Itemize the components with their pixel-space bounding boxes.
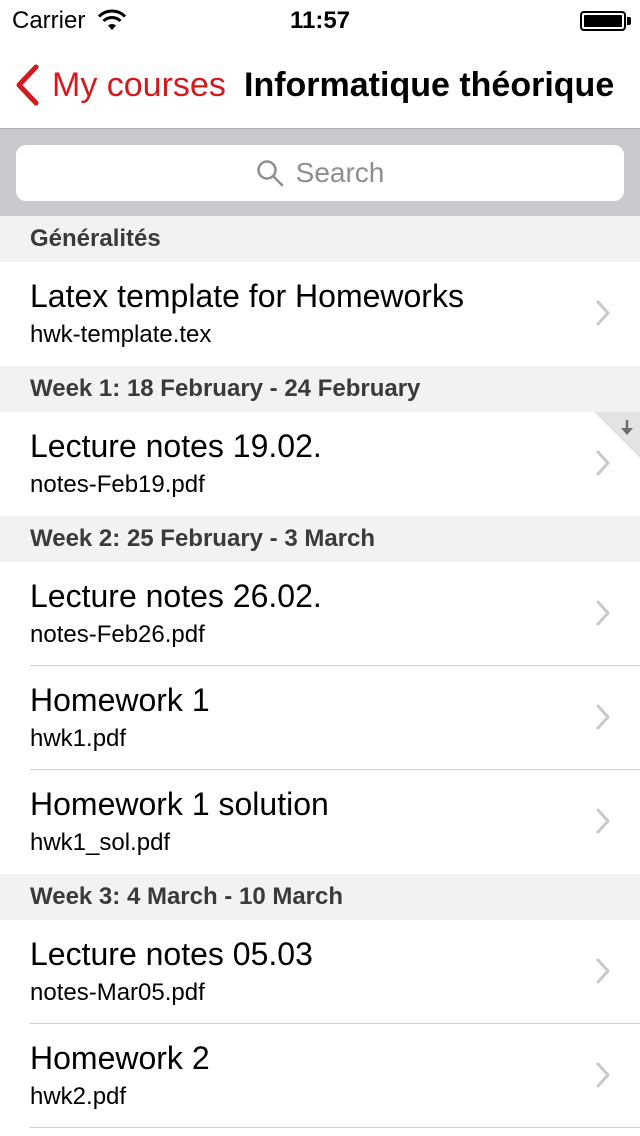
file-name: notes-Mar05.pdf <box>30 979 205 1006</box>
chevron-right-icon <box>596 600 610 626</box>
list-item[interactable]: Lecture notes 05.03 notes-Mar05.pdf <box>0 920 640 1024</box>
chevron-right-icon <box>596 808 610 834</box>
list-item[interactable]: Homework 1 solution hwk1_sol.pdf <box>0 770 640 874</box>
search-bar: Search <box>0 128 640 216</box>
file-title: Homework 2 <box>30 1040 210 1076</box>
chevron-left-icon <box>16 64 39 106</box>
file-title: Lecture notes 05.03 <box>30 936 313 972</box>
file-title: Homework 1 <box>30 682 210 718</box>
file-name: hwk1.pdf <box>30 725 127 752</box>
search-placeholder: Search <box>295 157 385 188</box>
list-item[interactable]: Lecture notes 19.02. notes-Feb19.pdf <box>0 412 640 516</box>
file-title: Lecture notes 26.02. <box>30 578 322 614</box>
file-name: notes-Feb19.pdf <box>30 471 205 498</box>
file-name: hwk1_sol.pdf <box>30 829 171 856</box>
chevron-right-icon <box>596 704 610 730</box>
chevron-right-icon <box>596 300 610 326</box>
file-title: Homework 1 solution <box>30 786 329 822</box>
file-name: notes-Feb26.pdf <box>30 621 205 648</box>
back-button[interactable]: My courses <box>14 60 226 110</box>
battery-icon <box>580 11 632 31</box>
file-name: hwk-template.tex <box>30 321 212 348</box>
course-file-list: Généralités Latex template for Homeworks… <box>0 216 640 1128</box>
chevron-right-icon <box>596 958 610 984</box>
list-item[interactable]: Homework 2 hwk2.pdf <box>0 1024 640 1128</box>
page-title: Informatique théorique <box>244 66 615 104</box>
file-title: Lecture notes 19.02. <box>30 428 322 464</box>
file-name: hwk2.pdf <box>30 1083 127 1110</box>
section-header: Généralités <box>0 216 640 262</box>
section-header: Week 2: 25 February - 3 March <box>0 516 640 562</box>
list-item[interactable]: Homework 1 hwk1.pdf <box>0 666 640 770</box>
chevron-right-icon <box>596 1062 610 1088</box>
search-input[interactable]: Search <box>16 145 624 201</box>
row-divider <box>30 1127 640 1128</box>
list-item[interactable]: Lecture notes 26.02. notes-Feb26.pdf <box>0 562 640 666</box>
status-time: 11:57 <box>289 7 351 34</box>
back-button-label: My courses <box>52 65 226 104</box>
status-bar: Carrier 11:57 <box>0 0 640 40</box>
file-title: Latex template for Homeworks <box>30 278 464 314</box>
chevron-right-icon <box>596 450 610 476</box>
list-item[interactable]: Latex template for Homeworks hwk-templat… <box>0 262 640 366</box>
section-header: Week 3: 4 March - 10 March <box>0 874 640 920</box>
navigation-bar: My courses Informatique théorique <box>0 40 640 128</box>
section-header: Week 1: 18 February - 24 February <box>0 366 640 412</box>
search-icon <box>256 160 283 187</box>
